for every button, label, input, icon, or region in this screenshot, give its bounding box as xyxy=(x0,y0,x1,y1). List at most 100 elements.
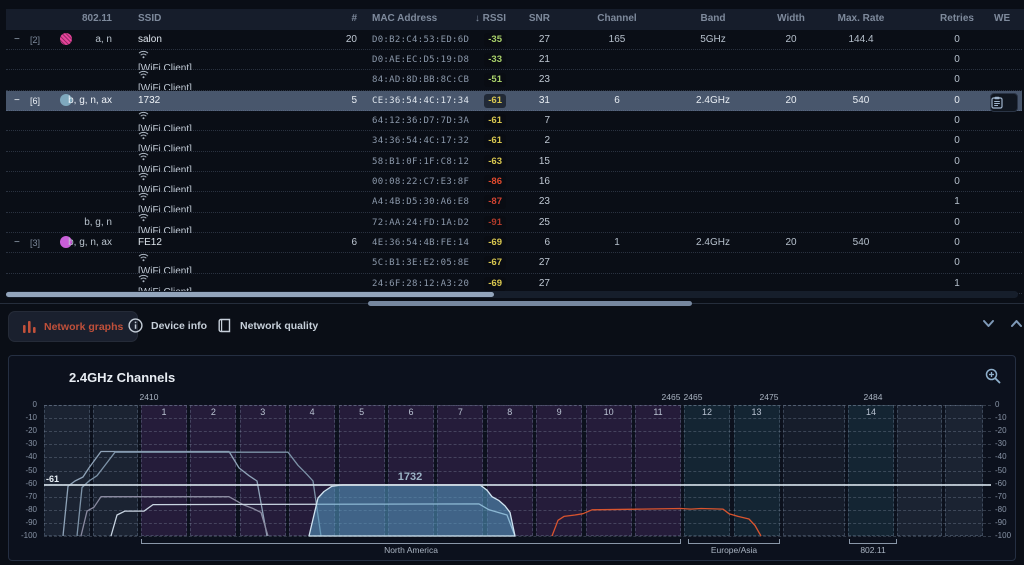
client-label: [WiFi Client] xyxy=(138,266,192,273)
protocol-label: b, g, n xyxy=(28,213,112,233)
retries-value: 0 xyxy=(928,50,986,70)
rssi-badge: -33 xyxy=(462,50,506,70)
wifi-client-cell: [WiFi Client] xyxy=(138,213,328,233)
book-icon xyxy=(218,318,232,333)
width-value: 20 xyxy=(762,91,820,111)
client-label: [WiFi Client] xyxy=(138,83,192,90)
wifi-client-cell: [WiFi Client] xyxy=(138,131,328,151)
table-header-row: 802.11SSID#MAC Address↓ RSSISNRChannelBa… xyxy=(6,9,1024,30)
wifi-client-cell: [WiFi Client] xyxy=(138,50,328,70)
selected-network-label: 1732 xyxy=(398,471,422,483)
band-value: 2.4GHz xyxy=(682,233,744,253)
client-label: [WiFi Client] xyxy=(138,226,192,233)
curve-network-1732 xyxy=(309,485,515,536)
wifi-client-cell: [WiFi Client] xyxy=(138,111,328,131)
table-row-client[interactable]: [WiFi Client]58:B1:0F:1F:C8:12-63150 xyxy=(6,152,1022,172)
column-header-ch[interactable]: Channel xyxy=(587,9,647,29)
table-row-client[interactable]: [WiFi Client]5C:B1:3E:E2:05:8E-67270 xyxy=(6,253,1022,273)
table-horizontal-scrollbar[interactable] xyxy=(6,291,1018,298)
table-row-client[interactable]: [WiFi Client]A4:4B:D5:30:A6:E8-87231 xyxy=(6,192,1022,212)
region-bracket xyxy=(849,539,897,544)
chevron-down-icon[interactable] xyxy=(981,316,997,332)
rssi-badge: -67 xyxy=(462,253,506,273)
column-header-rate[interactable]: Max. Rate xyxy=(830,9,892,29)
wifi-client-cell: [WiFi Client] xyxy=(138,152,328,172)
max-rate-value: 540 xyxy=(830,233,892,253)
retries-value: 0 xyxy=(928,30,986,50)
rssi-reference-line xyxy=(44,484,991,486)
table-row-client[interactable]: [WiFi Client]D0:AE:EC:D5:19:D8-33210 xyxy=(6,50,1022,70)
clipboard-button[interactable] xyxy=(990,93,1018,112)
splitter-handle[interactable] xyxy=(368,301,692,306)
snr-value: 16 xyxy=(514,172,550,192)
wifi-client-cell: [WiFi Client] xyxy=(138,172,328,192)
protocol-label: a, n xyxy=(28,30,112,50)
chevron-up-icon[interactable] xyxy=(1009,316,1024,332)
rssi-badge: -35 xyxy=(462,30,506,50)
tab-label: Network quality xyxy=(240,320,318,332)
rssi-badge: -86 xyxy=(462,172,506,192)
client-label: [WiFi Client] xyxy=(138,63,192,70)
tab-network-quality[interactable]: Network quality xyxy=(218,311,318,340)
table-row-network[interactable]: −[3]FE12612.4GHz20540b, g, n, ax4E:36:54… xyxy=(6,233,1022,253)
snr-value: 27 xyxy=(514,30,550,50)
network-table: 802.11SSID#MAC Address↓ RSSISNRChannelBa… xyxy=(0,0,1024,300)
retries-value: 0 xyxy=(928,131,986,151)
snr-value: 2 xyxy=(514,131,550,151)
network-count: 6 xyxy=(300,233,357,253)
rssi-badge: -63 xyxy=(462,152,506,172)
retries-value: 0 xyxy=(928,91,986,111)
row-expander[interactable]: − xyxy=(14,30,28,50)
client-label: [WiFi Client] xyxy=(138,205,192,212)
snr-value: 21 xyxy=(514,50,550,70)
rssi-badge: -61 xyxy=(462,111,506,131)
retries-value: 0 xyxy=(928,213,986,233)
tab-device-info[interactable]: Device info xyxy=(128,311,207,340)
table-row-client[interactable]: [WiFi Client]84:AD:8D:BB:8C:CB-51230 xyxy=(6,70,1022,90)
column-header-retries[interactable]: Retries xyxy=(928,9,986,29)
rssi-badge: -69 xyxy=(462,233,506,253)
region-bracket xyxy=(688,539,780,544)
snr-value: 25 xyxy=(514,213,550,233)
retries-value: 0 xyxy=(928,172,986,192)
retries-value: 0 xyxy=(928,70,986,90)
table-row-client[interactable]: [WiFi Client]34:36:54:4C:17:32-6120 xyxy=(6,131,1022,151)
tab-network-graphs[interactable]: Network graphs xyxy=(8,311,138,342)
column-header-proto[interactable]: 802.11 xyxy=(28,9,112,29)
snr-value: 7 xyxy=(514,111,550,131)
snr-value: 15 xyxy=(514,152,550,172)
width-value: 20 xyxy=(762,30,820,50)
row-expander[interactable]: − xyxy=(14,233,28,253)
column-header-width[interactable]: Width xyxy=(762,9,820,29)
band-value: 5GHz xyxy=(682,30,744,50)
rssi-badge: -61 xyxy=(462,131,506,151)
table-row-network[interactable]: −[6]1732562.4GHz20540b, g, n, axCE:36:54… xyxy=(6,91,1022,111)
tab-label: Device info xyxy=(151,320,207,332)
region-label: Europe/Asia xyxy=(711,545,757,555)
width-value: 20 xyxy=(762,233,820,253)
rssi-badge: -91 xyxy=(462,213,506,233)
scrollbar-thumb[interactable] xyxy=(6,292,494,297)
table-row-client[interactable]: [WiFi Client]64:12:36:D7:7D:3A-6170 xyxy=(6,111,1022,131)
channel-value: 165 xyxy=(587,30,647,50)
table-row-network[interactable]: −[2]salon201655GHz20144.4a, nD0:B2:C4:53… xyxy=(6,30,1022,50)
wifi-client-cell: [WiFi Client] xyxy=(138,192,328,212)
table-row-client[interactable]: [WiFi Client]b, g, n72:AA:24:FD:1A:D2-91… xyxy=(6,213,1022,233)
snr-value: 31 xyxy=(514,91,550,111)
curve-network-outline-b xyxy=(77,452,321,536)
spectrum-curves xyxy=(9,356,1015,560)
column-header-rssi[interactable]: ↓ RSSI xyxy=(462,9,506,29)
table-row-client[interactable]: [WiFi Client]00:08:22:C7:E3:8F-86160 xyxy=(6,172,1022,192)
curve-network-outline-c xyxy=(81,497,268,536)
column-header-num[interactable]: # xyxy=(300,9,357,29)
column-header-band[interactable]: Band xyxy=(682,9,744,29)
region-label: 802.11 xyxy=(860,545,885,555)
column-header-snr[interactable]: SNR xyxy=(514,9,550,29)
column-header-we[interactable]: WE xyxy=(994,9,1024,29)
protocol-label: b, g, n, ax xyxy=(28,233,112,253)
network-count: 5 xyxy=(300,91,357,111)
retries-value: 1 xyxy=(928,192,986,212)
tab-label: Network graphs xyxy=(44,321,123,333)
row-expander[interactable]: − xyxy=(14,91,28,111)
bottom-tab-bar: Network graphs Device info Network quali… xyxy=(0,308,1024,348)
